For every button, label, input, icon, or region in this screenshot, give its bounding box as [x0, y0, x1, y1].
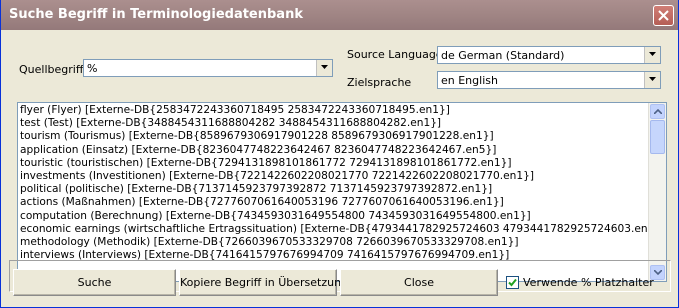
list-item[interactable]: test (Test) [Externe-DB{3488454311688804…: [20, 117, 648, 130]
list-item[interactable]: political (politische) [Externe-DB{71371…: [20, 183, 648, 196]
quellbegriff-label: Quellbegriff: [19, 63, 84, 76]
zielsprache-label: Zielsprache: [347, 76, 412, 89]
source-language-label: Source Language: [347, 48, 443, 61]
list-item[interactable]: flyer (Flyer) [Externe-DB{25834722433607…: [20, 104, 648, 117]
platzhalter-checkbox[interactable]: [506, 276, 519, 289]
kopiere-begriff-button[interactable]: Kopiere Begriff in Übersetzung: [179, 269, 348, 296]
list-item[interactable]: computation (Berechnung) [Externe-DB{743…: [20, 210, 648, 223]
chevron-up-icon: [654, 109, 662, 114]
chevron-down-icon: [321, 65, 328, 69]
close-button[interactable]: Close: [340, 269, 498, 296]
list-item[interactable]: application (Einsatz) [Externe-DB{823604…: [20, 144, 648, 157]
source-language-value: de German (Standard): [441, 49, 565, 62]
results-list: flyer (Flyer) [Externe-DB{25834722433607…: [20, 104, 648, 280]
chevron-down-icon: [649, 52, 656, 56]
zielsprache-value: en English: [441, 74, 498, 87]
suche-button[interactable]: Suche: [13, 269, 176, 296]
scroll-up-button[interactable]: [650, 104, 665, 119]
list-item[interactable]: economic earnings (wirtschaftliche Ertra…: [20, 223, 648, 236]
zielsprache-dropdown-button[interactable]: [644, 72, 660, 88]
list-item[interactable]: actions (Maßnahmen) [Externe-DB{72776070…: [20, 196, 648, 209]
close-icon: [658, 10, 669, 21]
chevron-down-icon: [649, 77, 656, 81]
platzhalter-label: Verwende % Platzhalter: [523, 276, 654, 289]
list-item[interactable]: methodology (Methodik) [Externe-DB{72660…: [20, 236, 648, 249]
source-language-combo[interactable]: de German (Standard): [437, 46, 661, 64]
list-item[interactable]: tourism (Tourismus) [Externe-DB{85896793…: [20, 130, 648, 143]
dialog-window: Suche Begriff in Terminologiedatenbank Q…: [0, 0, 679, 308]
window-close-button[interactable]: [653, 5, 674, 26]
quellbegriff-combo[interactable]: %: [83, 59, 333, 77]
window-title: Suche Begriff in Terminologiedatenbank: [9, 7, 303, 22]
quellbegriff-value: %: [87, 62, 98, 75]
checkmark-icon: [508, 278, 517, 287]
zielsprache-combo[interactable]: en English: [437, 71, 661, 89]
results-listbox[interactable]: flyer (Flyer) [Externe-DB{25834722433607…: [17, 102, 667, 282]
list-item[interactable]: investments (Investitionen) [Externe-DB{…: [20, 170, 648, 183]
source-language-dropdown-button[interactable]: [644, 47, 660, 63]
scroll-thumb[interactable]: [650, 120, 665, 154]
quellbegriff-dropdown-button[interactable]: [316, 60, 332, 76]
list-item[interactable]: touristic (touristischen) [Externe-DB{72…: [20, 157, 648, 170]
results-scrollbar[interactable]: [648, 103, 666, 281]
title-bar[interactable]: Suche Begriff in Terminologiedatenbank: [1, 0, 678, 30]
